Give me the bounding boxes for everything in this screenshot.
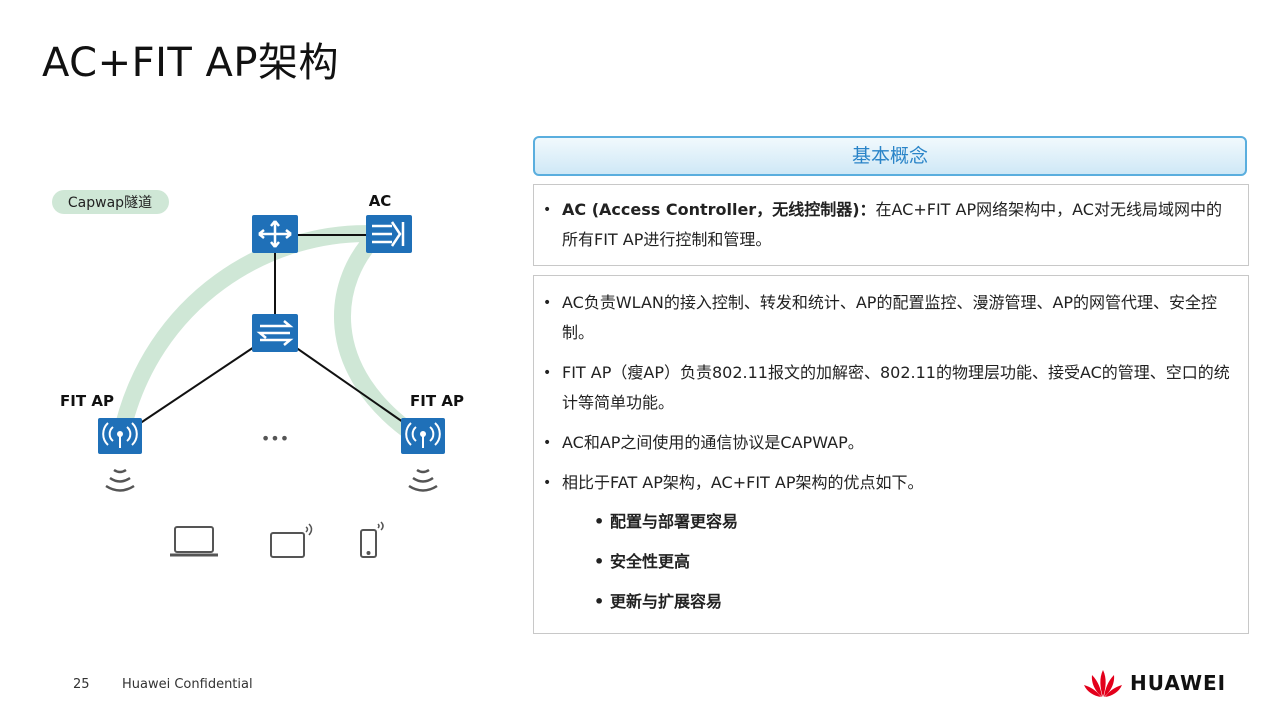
bullet-fit-ap-responsibility: FIT AP（瘦AP）负责802.11报文的加解密、802.11的物理层功能、接… xyxy=(534,358,1238,418)
bullet-protocol: AC和AP之间使用的通信协议是CAPWAP。 xyxy=(534,428,1238,458)
fit-ap-right-label: FIT AP xyxy=(410,392,464,410)
brand-name: HUAWEI xyxy=(1130,671,1227,695)
tunnel-label: Capwap隧道 xyxy=(68,195,152,211)
huawei-logo: HUAWEI xyxy=(1082,666,1226,700)
details-box: AC负责WLAN的接入控制、转发和统计、AP的配置监控、漫游管理、AP的网管代理… xyxy=(533,275,1249,634)
bullet-advantages-intro: 相比于FAT AP架构，AC+FIT AP架构的优点如下。 xyxy=(534,468,1238,498)
ac-label: AC xyxy=(369,192,392,210)
wifi-signal-right-icon xyxy=(408,468,438,492)
page-number: 25 xyxy=(73,677,90,692)
ellipsis: ••• xyxy=(261,429,289,448)
concept-header: 基本概念 xyxy=(533,136,1247,176)
huawei-petal-icon xyxy=(1084,670,1122,697)
bullet-ac-responsibility: AC负责WLAN的接入控制、转发和统计、AP的配置监控、漫游管理、AP的网管代理… xyxy=(534,288,1238,348)
wifi-signal-left-icon xyxy=(105,468,135,492)
ac-controller-icon xyxy=(366,215,412,253)
advantage-item: 安全性更高 xyxy=(534,552,1248,572)
ac-definition: AC (Access Controller，无线控制器)：在AC+FIT AP网… xyxy=(534,195,1236,255)
access-point-left-icon xyxy=(98,418,142,454)
confidential-label: Huawei Confidential xyxy=(122,677,253,692)
laptop-icon xyxy=(170,526,218,557)
switch-icon xyxy=(252,314,298,352)
advantage-item: 配置与部署更容易 xyxy=(534,512,1248,532)
network-diagram: Capwap隧道 AC FIT AP ••• FIT AP xyxy=(52,190,464,558)
advantage-item: 更新与扩展容易 xyxy=(534,592,1248,612)
ac-definition-term: AC (Access Controller，无线控制器)： xyxy=(562,200,876,219)
phone-icon xyxy=(360,521,384,558)
access-point-right-icon xyxy=(401,418,445,454)
router-icon xyxy=(252,215,298,253)
ac-definition-box: AC (Access Controller，无线控制器)：在AC+FIT AP网… xyxy=(533,184,1249,266)
fit-ap-left-label: FIT AP xyxy=(60,392,114,410)
tablet-icon xyxy=(270,523,313,558)
